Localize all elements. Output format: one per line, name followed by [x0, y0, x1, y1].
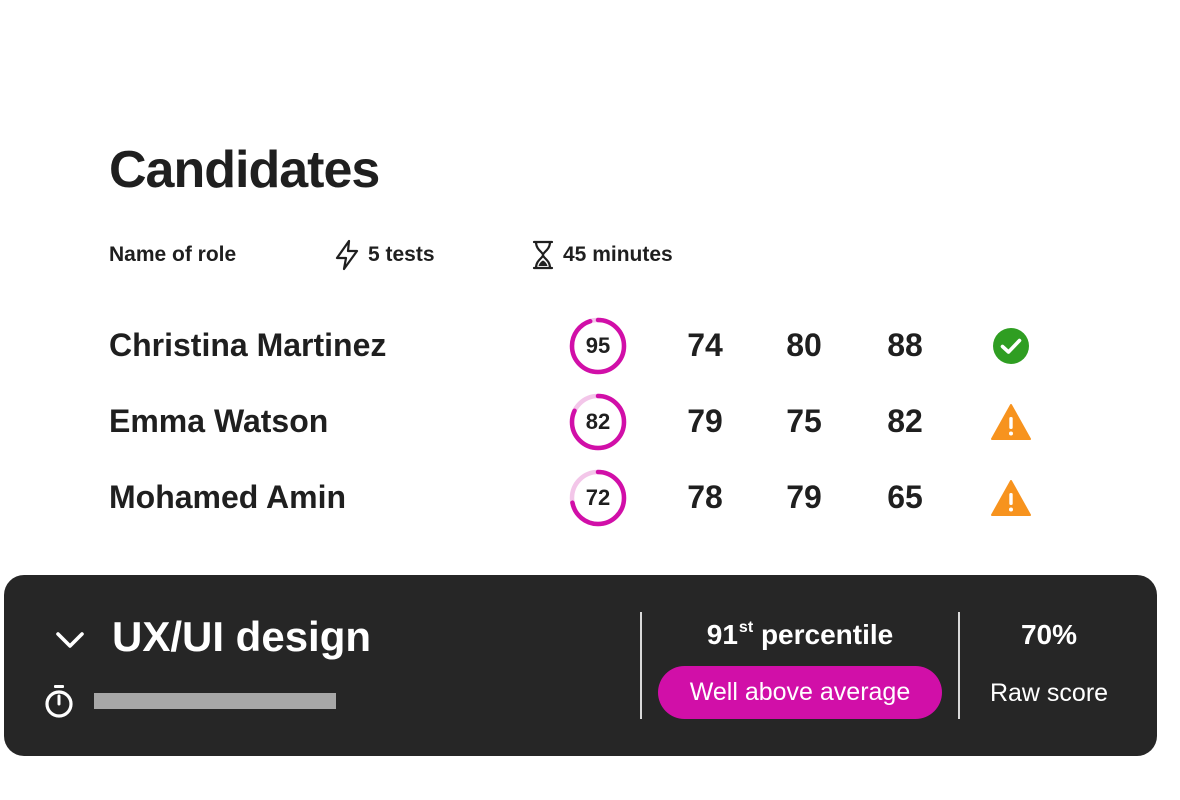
test-score: 82 — [887, 403, 923, 439]
test-result-panel: UX/UI design 91st percentile Well above … — [4, 575, 1157, 756]
candidate-name[interactable]: Mohamed Amin — [109, 467, 346, 527]
percentile: 91st percentile — [658, 619, 942, 651]
overall-score: 72 — [585, 485, 611, 510]
test-score: 79 — [687, 403, 723, 439]
overall-score: 95 — [585, 333, 611, 358]
hourglass-icon — [532, 240, 554, 270]
test-duration-label: 45 minutes — [563, 243, 673, 266]
tests-count: 5 tests — [334, 238, 435, 272]
raw-score-label: Raw score — [989, 679, 1109, 707]
warning-triangle-icon — [991, 480, 1031, 516]
test-name: UX/UI design — [112, 613, 372, 660]
test-score: 65 — [887, 479, 923, 515]
placeholder-bar — [94, 693, 336, 709]
test-score: 80 — [786, 327, 822, 363]
divider — [640, 612, 642, 719]
candidate-name[interactable]: Christina Martinez — [109, 315, 386, 375]
role-name-label: Name of role — [109, 243, 237, 266]
test-score: 79 — [786, 479, 822, 515]
percentile-suffix: st — [738, 619, 754, 636]
overall-score-ring: 72 — [568, 468, 628, 528]
stopwatch-icon — [45, 685, 73, 718]
percentile-number: 91 — [706, 619, 738, 650]
overall-score-ring: 82 — [568, 392, 628, 452]
warning-triangle-icon — [991, 404, 1031, 440]
candidate-row[interactable]: Mohamed Amin 72 78 79 65 — [0, 467, 1180, 527]
overall-score: 82 — [585, 409, 611, 434]
raw-score-value: 70% — [1020, 619, 1078, 650]
candidate-row[interactable]: Emma Watson 82 79 75 82 — [0, 391, 1180, 451]
test-score: 74 — [687, 327, 723, 363]
candidate-row[interactable]: Christina Martinez 95 74 80 88 — [0, 315, 1180, 375]
chevron-down-icon[interactable] — [50, 625, 90, 655]
check-circle-icon — [993, 328, 1029, 364]
test-score: 75 — [786, 403, 822, 439]
role-name: Name of role — [109, 238, 236, 272]
candidate-name[interactable]: Emma Watson — [109, 391, 328, 451]
divider — [958, 612, 960, 719]
overall-score-ring: 95 — [568, 316, 628, 376]
test-duration: 45 minutes — [531, 238, 673, 272]
role-meta: Name of role 5 tests 45 minutes — [0, 238, 1180, 272]
test-score: 88 — [887, 327, 923, 363]
test-score: 78 — [687, 479, 723, 515]
percentile-word: percentile — [760, 619, 894, 650]
page-title: Candidates — [109, 141, 380, 199]
tests-count-label: 5 tests — [368, 243, 435, 266]
candidates-page: Candidates Name of role 5 tests 45 minut… — [0, 0, 1180, 800]
rating-badge: Well above average — [658, 666, 942, 719]
lightning-icon — [335, 239, 359, 271]
